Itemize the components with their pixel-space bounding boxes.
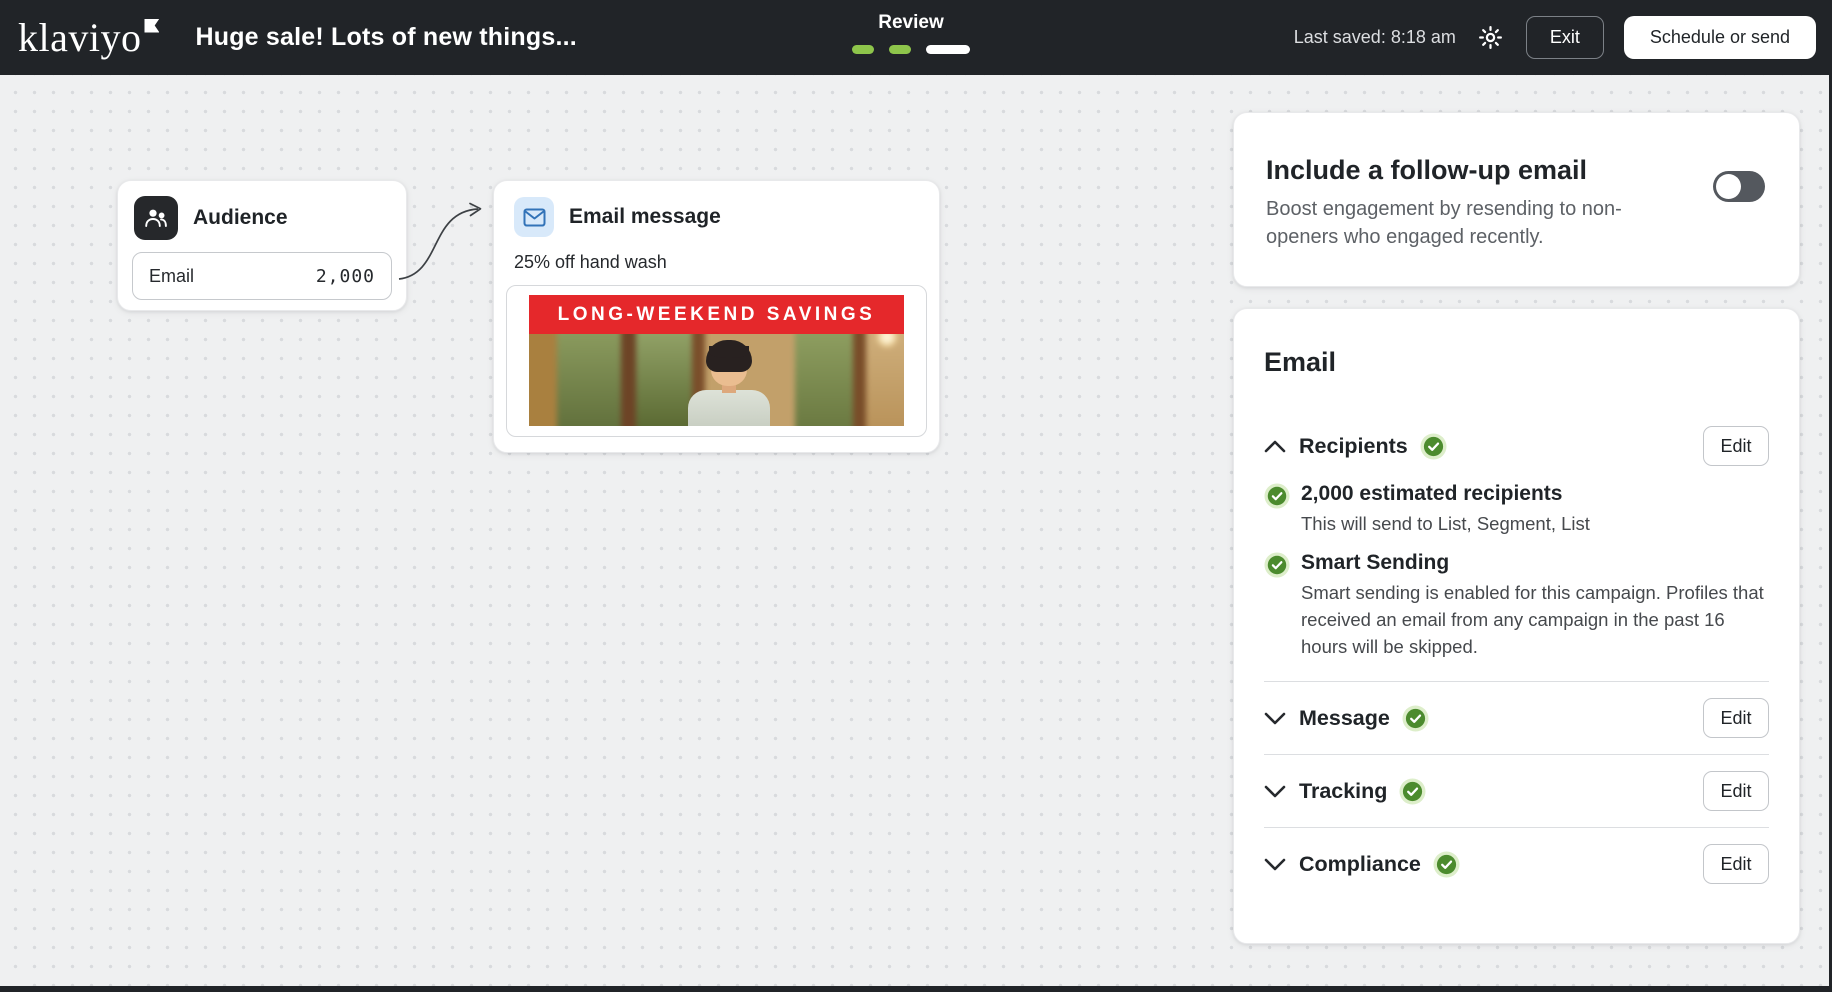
section-row-tracking[interactable]: Tracking Edit [1264,755,1769,827]
check-badge-icon [1420,433,1447,460]
chevron-up-icon[interactable] [1264,440,1286,453]
email-node-header: Email message [514,197,919,237]
step-progress-pills [838,45,984,54]
chevron-down-icon[interactable] [1264,858,1286,871]
step-pill-done [852,45,874,54]
schedule-or-send-button[interactable]: Schedule or send [1624,16,1816,59]
recipients-details: 2,000 estimated recipients This will sen… [1264,482,1769,660]
audience-email-channel-row[interactable]: Email 2,000 [132,252,392,300]
step-label: Review [838,12,984,34]
exit-button[interactable]: Exit [1526,16,1604,59]
smart-sending-title: Smart Sending [1301,551,1769,575]
gear-icon[interactable] [1476,23,1506,53]
campaign-canvas: Audience Email 2,000 Email message 25% o… [0,75,1829,986]
followup-toggle[interactable] [1713,171,1765,202]
followup-email-card: Include a follow-up email Boost engageme… [1233,112,1800,287]
check-circle-icon [1264,552,1290,660]
section-label: Compliance [1299,852,1421,877]
estimated-recipients-description: This will send to List, Segment, List [1301,510,1590,537]
canvas-corner [0,980,18,986]
email-node-title: Email message [569,205,721,229]
section-row-compliance[interactable]: Compliance Edit [1264,828,1769,900]
estimated-recipients-title: 2,000 estimated recipients [1301,482,1590,506]
email-preview-photo [529,334,904,426]
audience-node-header: Audience [132,196,392,240]
edit-recipients-button[interactable]: Edit [1703,426,1769,466]
klaviyo-logo[interactable]: klaviyo [18,15,159,61]
email-subject-line: 25% off hand wash [514,252,919,273]
step-pill-done [889,45,911,54]
email-preview-banner: LONG-WEEKEND SAVINGS [529,295,904,334]
last-saved-text: Last saved: 8:18 am [1294,27,1456,48]
audience-node-card[interactable]: Audience Email 2,000 [117,180,407,311]
section-label: Recipients [1299,434,1408,459]
check-badge-icon [1402,705,1429,732]
topbar-actions: Last saved: 8:18 am Exit Schedule or sen… [1294,16,1816,59]
section-row-recipients[interactable]: Recipients Edit [1264,424,1769,468]
panel-heading: Email [1264,347,1769,378]
channel-recipient-count: 2,000 [316,266,375,287]
audience-node-title: Audience [193,206,288,230]
chevron-down-icon[interactable] [1264,785,1286,798]
step-pill-current [926,45,970,54]
followup-title: Include a follow-up email [1266,155,1767,186]
detail-item-smart-sending: Smart Sending Smart sending is enabled f… [1264,551,1769,660]
email-review-panel: Email Recipients Edit 2,000 estimated re… [1233,308,1800,944]
email-message-node-card[interactable]: Email message 25% off hand wash LONG-WEE… [493,180,940,453]
email-envelope-icon [514,197,554,237]
smart-sending-description: Smart sending is enabled for this campai… [1301,579,1769,660]
klaviyo-flag-icon [144,19,159,33]
check-badge-icon [1399,778,1426,805]
connector-arrow [396,201,496,291]
section-label: Tracking [1299,779,1387,804]
photo-person [681,340,777,426]
followup-description: Boost engagement by resending to non-ope… [1266,195,1664,251]
topbar: klaviyo Huge sale! Lots of new things...… [0,0,1832,75]
channel-label: Email [149,266,194,287]
check-badge-icon [1433,851,1460,878]
detail-item-estimated-recipients: 2,000 estimated recipients This will sen… [1264,482,1769,537]
edit-compliance-button[interactable]: Edit [1703,844,1769,884]
check-circle-icon [1264,483,1290,537]
section-label: Message [1299,706,1390,731]
audience-people-icon [134,196,178,240]
chevron-down-icon[interactable] [1264,712,1286,725]
campaign-title: Huge sale! Lots of new things... [195,23,576,52]
edit-message-button[interactable]: Edit [1703,698,1769,738]
email-preview-thumbnail[interactable]: LONG-WEEKEND SAVINGS [506,285,927,437]
step-indicator: Review [838,12,984,54]
edit-tracking-button[interactable]: Edit [1703,771,1769,811]
klaviyo-logo-text: klaviyo [18,15,141,61]
toggle-knob [1716,174,1741,199]
section-row-message[interactable]: Message Edit [1264,682,1769,754]
